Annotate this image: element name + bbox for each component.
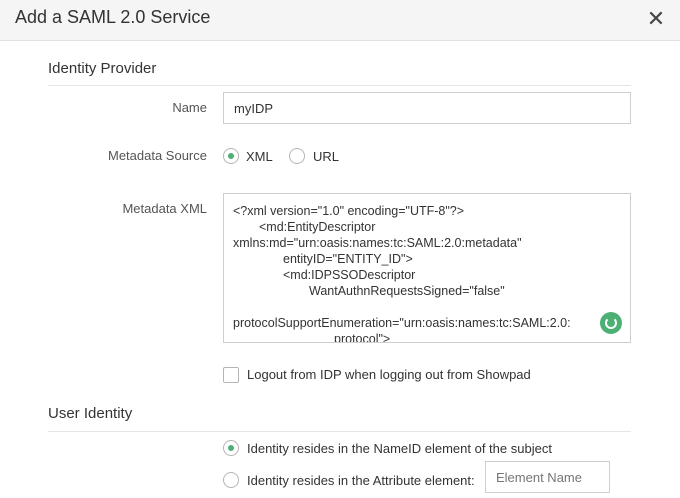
section-divider — [48, 431, 631, 432]
identity-provider-heading: Identity Provider — [48, 60, 157, 77]
name-input[interactable] — [223, 92, 631, 124]
source-radio-xml-label: XML — [246, 149, 273, 164]
section-divider — [48, 85, 631, 86]
close-icon[interactable]: ✕ — [646, 8, 666, 30]
xml-line: <md:EntityDescriptor — [259, 220, 376, 234]
xml-line: <md:IDPSSODescriptor — [283, 268, 416, 282]
metadata-xml-textarea[interactable]: <?xml version="1.0" encoding="UTF-8"?> <… — [223, 193, 631, 343]
dialog-header: Add a SAML 2.0 Service ✕ — [0, 0, 680, 41]
xml-line: protocol"> — [334, 332, 391, 343]
xml-line: xmlns:md="urn:oasis:names:tc:SAML:2.0:me… — [233, 236, 522, 250]
metadata-xml-label: Metadata XML — [122, 201, 207, 216]
xml-line: entityID="ENTITY_ID"> — [283, 252, 413, 266]
attribute-element-name-input[interactable] — [485, 461, 610, 493]
identity-radio-attribute-label: Identity resides in the Attribute elemen… — [247, 473, 475, 488]
spinner-icon — [600, 312, 622, 334]
source-radio-xml[interactable] — [223, 148, 239, 164]
user-identity-heading: User Identity — [48, 405, 133, 422]
name-label: Name — [172, 100, 207, 115]
xml-line: WantAuthnRequestsSigned="false" — [309, 284, 505, 298]
source-radio-url[interactable] — [289, 148, 305, 164]
xml-line: protocolSupportEnumeration="urn:oasis:na… — [233, 316, 571, 330]
identity-radio-nameid-label: Identity resides in the NameID element o… — [247, 441, 552, 456]
source-radio-url-label: URL — [313, 149, 340, 164]
identity-radio-nameid[interactable] — [223, 440, 239, 456]
metadata-source-label: Metadata Source — [107, 148, 207, 163]
identity-radio-attribute[interactable] — [223, 472, 239, 488]
logout-checkbox-label: Logout from IDP when logging out from Sh… — [247, 367, 531, 382]
logout-checkbox[interactable] — [223, 367, 239, 383]
dialog-title: Add a SAML 2.0 Service — [15, 7, 211, 27]
xml-line: <?xml version="1.0" encoding="UTF-8"?> — [233, 204, 465, 218]
